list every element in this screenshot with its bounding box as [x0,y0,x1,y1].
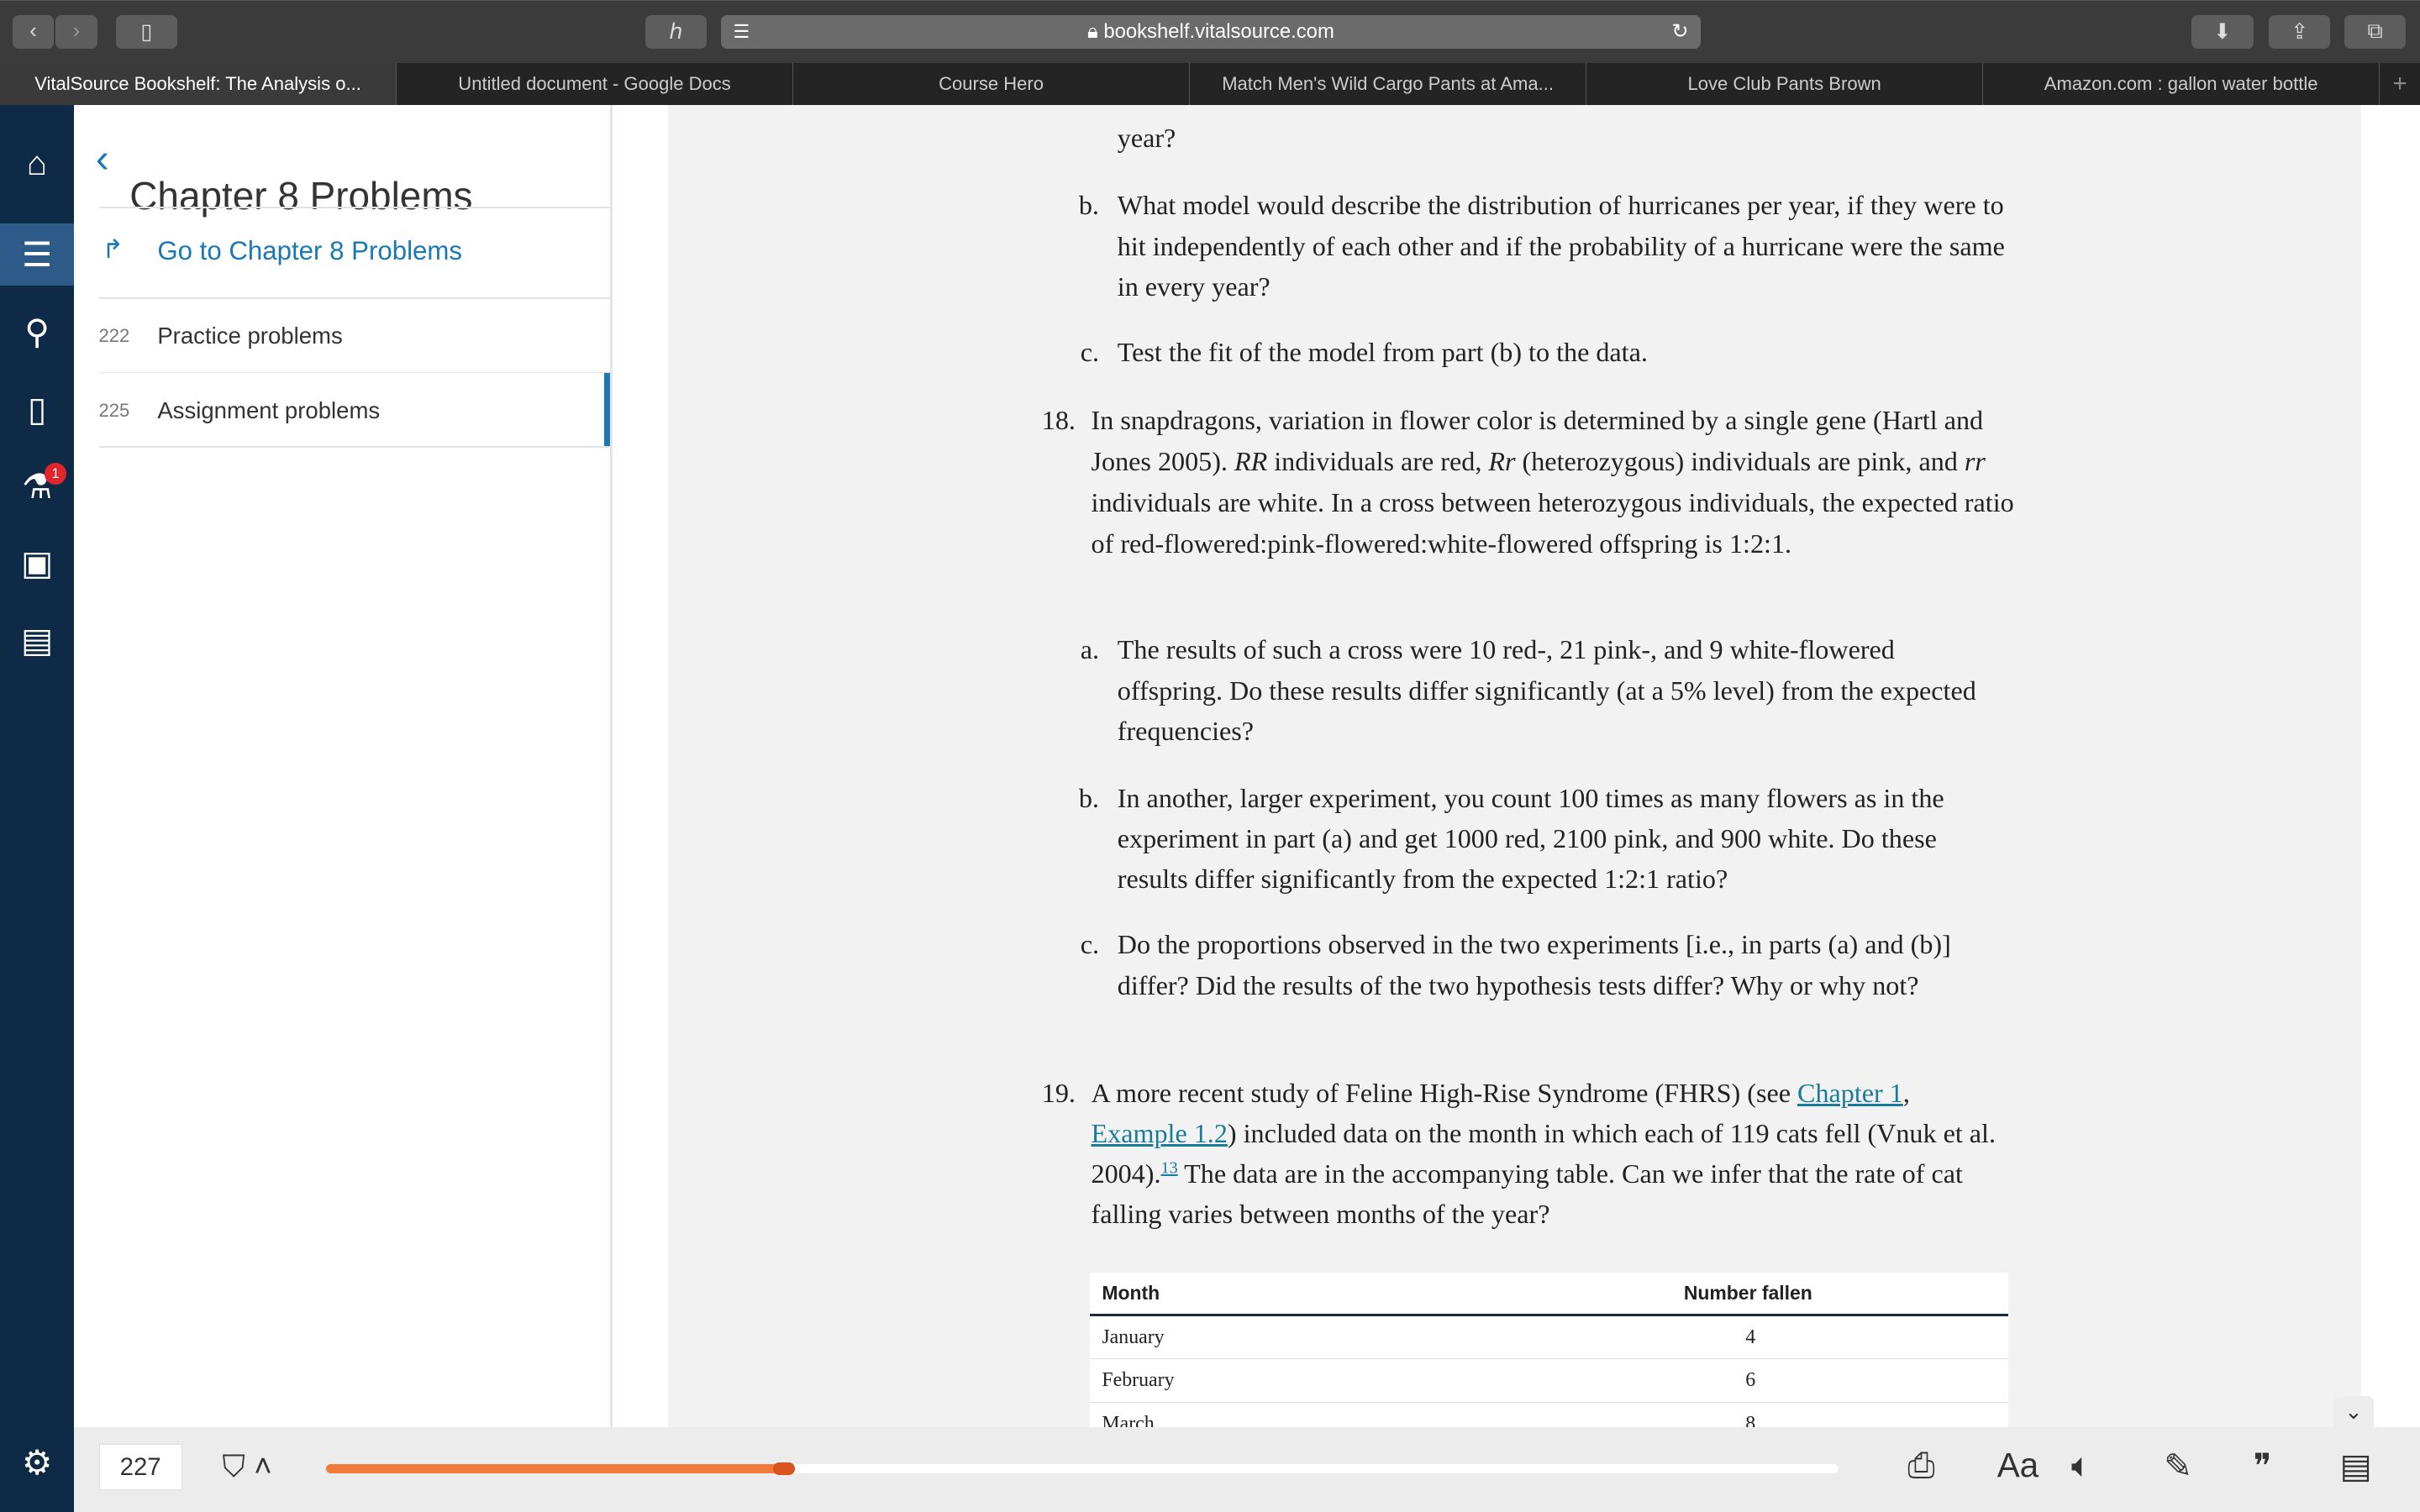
question-18a: The results of such a cross were 10 red-… [1117,634,1976,746]
text-fragment: year? [1117,122,1176,153]
flask-icon[interactable]: ⚗ [0,455,74,517]
reader-icon[interactable]: ☰ [733,21,750,43]
tab-bar: VitalSource Bookshelf: The Analysis o...… [0,63,2420,105]
table-row: March 8 [1090,1403,2008,1427]
table-header: Month Number fallen [1089,1273,2008,1316]
notes-link-icon[interactable]: ▤ [2339,1446,2371,1486]
tab-google-docs[interactable]: Untitled document - Google Docs [397,63,794,105]
question-17c: Test the fit of the model from part (b) … [1117,336,1648,367]
address-bar[interactable]: ☰ 🔒︎ bookshelf.vitalsource.com ↻ [720,14,1702,49]
new-tab-button[interactable]: + [2380,63,2420,105]
toc-sidebar: ‹ Chapter 8 Problems ↱ Go to Chapter 8 P… [74,104,613,1427]
page-number: 225 [98,399,130,421]
search-icon[interactable]: ⚲ [0,301,74,362]
highlighter-icon[interactable]: ✎ [2164,1446,2192,1486]
footnote-link[interactable]: 13 [1161,1158,1178,1177]
toc-icon[interactable]: ☰ [0,223,75,286]
question-18c: Do the proportions observed in the two e… [1117,929,1951,1000]
example-link[interactable]: Example 1.2 [1092,1118,1228,1148]
lock-icon: 🔒︎ [1086,19,1104,43]
tabs-overview-icon[interactable]: ⧉ [2344,14,2407,49]
settings-icon[interactable]: ⚙ [0,1431,74,1493]
image-icon[interactable]: ▣ [0,533,74,594]
question-18b: In another, larger experiment, you count… [1117,782,1944,895]
tab-course-hero[interactable]: Course Hero [793,63,1191,105]
data-table: Month Number fallen January 4 February 6 Ma… [1089,1273,2008,1427]
print-icon[interactable]: ⎙ [1907,1446,1934,1486]
home-icon[interactable]: ⌂ [0,133,74,194]
left-nav: ⌂ ☰ ⚲ ▯ ⚗ 1 ▣ ▤ ⚙ [0,104,75,1512]
progress-handle[interactable] [772,1462,795,1475]
item-label: Practice problems [157,323,343,349]
sidebar-item-assignment[interactable]: 225 Assignment problems [98,373,611,448]
progress-slider[interactable] [325,1462,1839,1475]
item-label: Assignment problems [157,396,381,423]
sidebar-title: Chapter 8 Problems [129,173,473,218]
question-number: 18. [1041,404,1076,435]
chapter-1-link[interactable]: Chapter 1 [1797,1078,1903,1108]
part-label: b. [1078,190,1099,221]
bookmark-icon[interactable]: ⛉ ˄ [222,1449,271,1485]
question-number: 19. [1041,1077,1076,1108]
part-label: c. [1080,929,1099,960]
notes-icon[interactable]: ▤ [0,610,74,671]
goto-arrow-icon: ↱ [102,234,124,265]
collapse-chevron-icon[interactable]: ⌄ [2333,1396,2374,1427]
sidebar-toggle-icon[interactable]: ▯ [115,14,178,49]
forward-button[interactable]: › [55,14,97,49]
notification-badge: 1 [45,463,66,485]
font-size-icon[interactable]: Aa [1997,1446,2039,1485]
bookmark-page-icon[interactable]: ▯ [0,378,74,439]
goto-chapter-link[interactable]: Go to Chapter 8 Problems [157,236,462,266]
part-label: c. [1080,336,1099,367]
back-button[interactable]: ‹ [12,14,55,49]
citation-icon[interactable]: ❞ [2254,1446,2272,1486]
tab-amazon-bottle[interactable]: Amazon.com : gallon water bottle [1983,63,2381,105]
url-text: bookshelf.vitalsource.com [1103,19,1334,43]
question-19: A more recent study of Feline High-Rise … [1091,1077,1996,1230]
progress-fill [325,1464,795,1474]
page-number: 222 [98,325,130,347]
reload-icon[interactable]: ↻ [1671,19,1688,44]
extension-icon[interactable]: ℎ [644,14,708,49]
part-label: a. [1080,634,1099,665]
question-18: In snapdragons, variation in flower colo… [1091,404,2014,559]
book-page: year? b. What model would describe the d… [668,104,2362,1427]
tab-vitalsource[interactable]: VitalSource Bookshelf: The Analysis o... [0,63,397,105]
share-icon[interactable]: ⇪ [2268,14,2331,49]
read-aloud-icon[interactable]: 🔈︎ [2071,1446,2091,1486]
sidebar-item-practice[interactable]: 222 Practice problems [99,299,611,373]
browser-toolbar: ‹ › ▯ ℎ ☰ 🔒︎ bookshelf.vitalsource.com ↻… [0,0,2420,64]
table-row: February 6 [1089,1359,2008,1403]
tab-love-club[interactable]: Love Club Pants Brown [1586,63,1984,105]
table-row: January 4 [1089,1316,2008,1360]
bottom-toolbar: 227 ⛉ ˄ ⎙ Aa 🔈︎ ✎ ❞ ▤ [74,1426,2420,1512]
part-label: b. [1078,782,1099,813]
tab-amazon-cargo[interactable]: Match Men's Wild Cargo Pants at Ama... [1190,63,1587,105]
reader-content: year? b. What model would describe the d… [613,104,2420,1427]
page-number-input[interactable]: 227 [98,1444,182,1491]
download-icon[interactable]: ⬇ [2191,14,2254,49]
question-17b: What model would describe the distributi… [1117,190,2005,302]
back-chevron-icon[interactable]: ‹ [96,136,109,182]
